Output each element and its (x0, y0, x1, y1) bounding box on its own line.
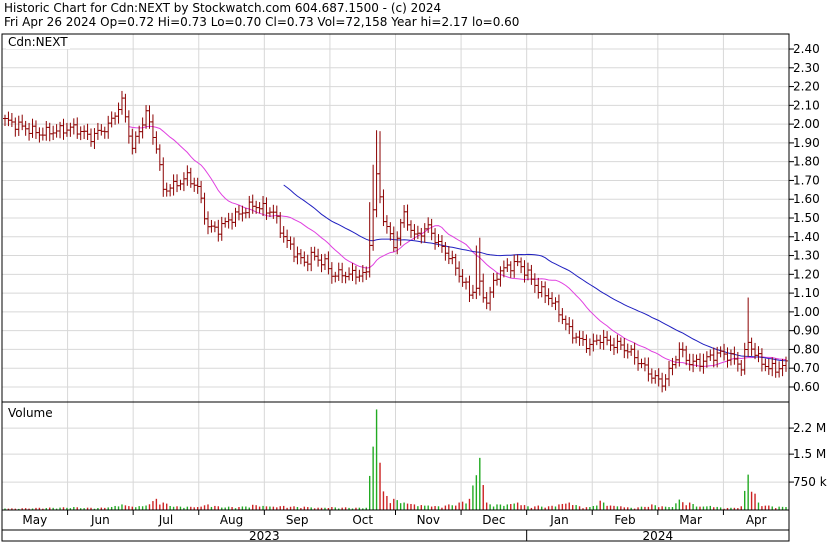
price-tick-label: 2.00 (793, 117, 820, 131)
volume-label: Volume (6, 406, 55, 420)
price-volume-chart: 0.60 0.70 0.80 0.90 1.00 1.10 1.20 1.30 1.40 1.50… (1, 33, 827, 543)
chart-title: Historic Chart for Cdn:NEXT by Stockwatc… (4, 1, 442, 15)
volume-tick-label: 2.2 M (793, 421, 826, 435)
price-tick-label: 1.80 (793, 155, 820, 169)
price-tick-label: 1.60 (793, 192, 820, 206)
volume-tick-label: 1.5 M (793, 447, 826, 461)
year-label: 2023 (249, 529, 280, 543)
price-tick-label: 0.60 (793, 380, 820, 394)
month-label: Aug (220, 513, 243, 527)
price-tick-label: 2.20 (793, 80, 820, 94)
price-tick-label: 1.90 (793, 136, 820, 150)
month-label: Feb (614, 513, 635, 527)
label-layer: 0.60 0.70 0.80 0.90 1.00 1.10 1.20 1.30 1.40 1.50… (22, 42, 826, 543)
volume-tick-label: 750 k (793, 475, 827, 489)
price-tick-label: 1.50 (793, 211, 820, 225)
month-label: Apr (746, 513, 767, 527)
price-tick-label: 0.70 (793, 361, 820, 375)
month-label: Nov (417, 513, 440, 527)
month-label: May (22, 513, 47, 527)
price-tick-label: 1.00 (793, 305, 820, 319)
price-tick-label: 1.40 (793, 230, 820, 244)
price-tick-label: 1.70 (793, 173, 820, 187)
month-label: Jul (158, 513, 173, 527)
quote-summary: Fri Apr 26 2024 Op=0.72 Hi=0.73 Lo=0.70 … (4, 15, 520, 29)
month-label: Jun (90, 513, 110, 527)
price-tick-label: 1.20 (793, 267, 820, 281)
month-label: Dec (482, 513, 505, 527)
price-tick-label: 0.90 (793, 324, 820, 338)
grid-layer (2, 34, 789, 510)
month-label: Mar (679, 513, 702, 527)
frame-layer (1, 33, 794, 542)
year-label: 2024 (643, 529, 674, 543)
month-label: Jan (549, 513, 569, 527)
symbol-label: Cdn:NEXT (6, 35, 70, 49)
price-tick-label: 0.80 (793, 342, 820, 356)
price-tick-label: 2.40 (793, 42, 820, 56)
month-label: Sep (286, 513, 309, 527)
price-tick-label: 2.30 (793, 61, 820, 75)
price-tick-label: 2.10 (793, 98, 820, 112)
price-tick-label: 1.10 (793, 286, 820, 300)
chart-root: 0.60 0.70 0.80 0.90 1.00 1.10 1.20 1.30 1.40 1.50… (0, 0, 830, 543)
month-label: Oct (352, 513, 373, 527)
price-tick-label: 1.30 (793, 249, 820, 263)
